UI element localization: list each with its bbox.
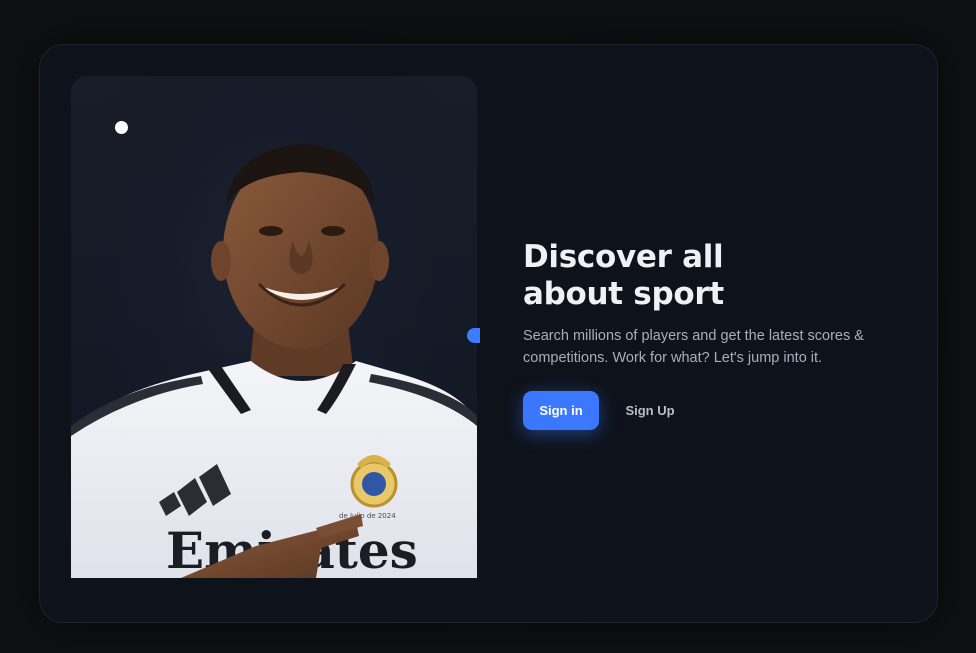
page: Emirates de Julio de 2024 xyxy=(0,0,976,653)
sign-in-button[interactable]: Sign in xyxy=(523,391,599,430)
hero-image: Emirates de Julio de 2024 xyxy=(71,76,477,578)
headline: Discover all about sport xyxy=(523,239,823,313)
sign-up-button[interactable]: Sign Up xyxy=(615,391,685,430)
headline-line-2: about sport xyxy=(523,276,724,312)
top-left-dot-icon xyxy=(115,121,128,134)
hero-card: Emirates de Julio de 2024 xyxy=(39,44,938,623)
description: Search millions of players and get the l… xyxy=(523,328,864,366)
player-photo: Emirates de Julio de 2024 xyxy=(71,76,477,578)
headline-line-1: Discover all xyxy=(523,239,724,275)
blue-tab-indicator-icon xyxy=(467,328,480,343)
